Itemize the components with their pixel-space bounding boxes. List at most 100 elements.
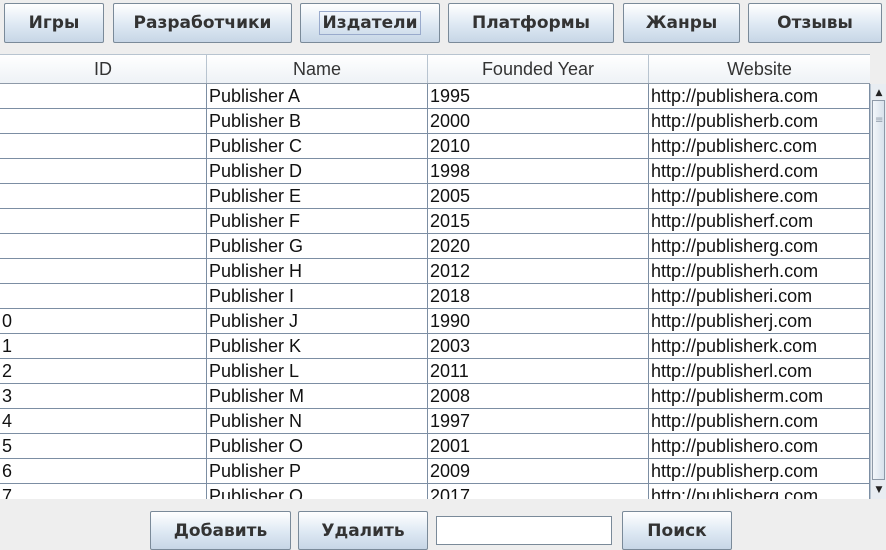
table-row[interactable]: 4 Publisher N 1997 http://publishern.com	[0, 409, 870, 434]
cell-name[interactable]: Publisher N	[207, 409, 428, 434]
cell-website[interactable]: http://publishera.com	[649, 84, 870, 109]
cell-website[interactable]: http://publisherb.com	[649, 109, 870, 134]
cell-website[interactable]: http://publisherf.com	[649, 209, 870, 234]
cell-founded-year[interactable]: 2012	[428, 259, 649, 284]
cell-name[interactable]: Publisher D	[207, 159, 428, 184]
cell-id[interactable]	[0, 209, 207, 234]
cell-website[interactable]: http://publishere.com	[649, 184, 870, 209]
cell-id[interactable]	[0, 159, 207, 184]
table-row[interactable]: Publisher F 2015 http://publisherf.com	[0, 209, 870, 234]
cell-name[interactable]: Publisher G	[207, 234, 428, 259]
table-row[interactable]: 5 Publisher O 2001 http://publishero.com	[0, 434, 870, 459]
cell-founded-year[interactable]: 1997	[428, 409, 649, 434]
cell-founded-year[interactable]: 2015	[428, 209, 649, 234]
cell-founded-year[interactable]: 2003	[428, 334, 649, 359]
cell-id[interactable]: 0	[0, 309, 207, 334]
table-row[interactable]: 3 Publisher M 2008 http://publisherm.com	[0, 384, 870, 409]
cell-name[interactable]: Publisher H	[207, 259, 428, 284]
cell-name[interactable]: Publisher O	[207, 434, 428, 459]
cell-name[interactable]: Publisher A	[207, 84, 428, 109]
genres-button[interactable]: Жанры	[623, 3, 740, 43]
cell-founded-year[interactable]: 2001	[428, 434, 649, 459]
cell-name[interactable]: Publisher M	[207, 384, 428, 409]
cell-website[interactable]: http://publisherl.com	[649, 359, 870, 384]
table-row[interactable]: Publisher C 2010 http://publisherc.com	[0, 134, 870, 159]
games-button[interactable]: Игры	[4, 3, 104, 43]
cell-id[interactable]: 5	[0, 434, 207, 459]
cell-name[interactable]: Publisher E	[207, 184, 428, 209]
table-row[interactable]: 0 Publisher J 1990 http://publisherj.com	[0, 309, 870, 334]
column-header-founded-year[interactable]: Founded Year	[428, 55, 649, 83]
cell-founded-year[interactable]: 2017	[428, 484, 649, 499]
cell-id[interactable]: 1	[0, 334, 207, 359]
cell-id[interactable]	[0, 184, 207, 209]
cell-name[interactable]: Publisher Q	[207, 484, 428, 499]
cell-id[interactable]: 2	[0, 359, 207, 384]
table-row[interactable]: Publisher D 1998 http://publisherd.com	[0, 159, 870, 184]
cell-id[interactable]: 7	[0, 484, 207, 499]
cell-website[interactable]: http://publisherj.com	[649, 309, 870, 334]
table-row[interactable]: Publisher A 1995 http://publishera.com	[0, 84, 870, 109]
reviews-button[interactable]: Отзывы	[748, 3, 882, 43]
cell-name[interactable]: Publisher C	[207, 134, 428, 159]
cell-founded-year[interactable]: 2008	[428, 384, 649, 409]
cell-id[interactable]: 6	[0, 459, 207, 484]
cell-name[interactable]: Publisher I	[207, 284, 428, 309]
cell-website[interactable]: http://publishern.com	[649, 409, 870, 434]
cell-website[interactable]: http://publisheri.com	[649, 284, 870, 309]
cell-website[interactable]: http://publisherg.com	[649, 234, 870, 259]
table-row[interactable]: Publisher H 2012 http://publisherh.com	[0, 259, 870, 284]
cell-website[interactable]: http://publisherp.com	[649, 459, 870, 484]
cell-founded-year[interactable]: 2009	[428, 459, 649, 484]
scrollbar-thumb[interactable]: ≡	[872, 100, 885, 480]
cell-id[interactable]	[0, 234, 207, 259]
publishers-button[interactable]: Издатели	[300, 3, 440, 43]
cell-id[interactable]	[0, 134, 207, 159]
table-row[interactable]: 2 Publisher L 2011 http://publisherl.com	[0, 359, 870, 384]
cell-id[interactable]	[0, 84, 207, 109]
cell-id[interactable]: 3	[0, 384, 207, 409]
cell-website[interactable]: http://publishero.com	[649, 434, 870, 459]
cell-founded-year[interactable]: 1998	[428, 159, 649, 184]
cell-founded-year[interactable]: 2005	[428, 184, 649, 209]
add-button[interactable]: Добавить	[150, 511, 291, 550]
arrow-up-icon[interactable]: ▲	[871, 86, 886, 100]
delete-button[interactable]: Удалить	[298, 511, 428, 550]
table-row[interactable]: 6 Publisher P 2009 http://publisherp.com	[0, 459, 870, 484]
table-row[interactable]: 1 Publisher K 2003 http://publisherk.com	[0, 334, 870, 359]
cell-name[interactable]: Publisher J	[207, 309, 428, 334]
table-row[interactable]: Publisher I 2018 http://publisheri.com	[0, 284, 870, 309]
cell-founded-year[interactable]: 2010	[428, 134, 649, 159]
cell-founded-year[interactable]: 1990	[428, 309, 649, 334]
cell-website[interactable]: http://publisherh.com	[649, 259, 870, 284]
table-row[interactable]: Publisher B 2000 http://publisherb.com	[0, 109, 870, 134]
search-button[interactable]: Поиск	[622, 511, 732, 550]
table-row[interactable]: Publisher G 2020 http://publisherg.com	[0, 234, 870, 259]
cell-founded-year[interactable]: 1995	[428, 84, 649, 109]
cell-website[interactable]: http://publisherk.com	[649, 334, 870, 359]
cell-name[interactable]: Publisher P	[207, 459, 428, 484]
column-header-website[interactable]: Website	[649, 55, 870, 83]
cell-founded-year[interactable]: 2011	[428, 359, 649, 384]
cell-id[interactable]	[0, 109, 207, 134]
cell-name[interactable]: Publisher F	[207, 209, 428, 234]
arrow-down-icon[interactable]: ▼	[871, 483, 886, 497]
cell-name[interactable]: Publisher K	[207, 334, 428, 359]
cell-website[interactable]: http://publisherc.com	[649, 134, 870, 159]
developers-button[interactable]: Разработчики	[113, 3, 292, 43]
cell-id[interactable]	[0, 284, 207, 309]
cell-id[interactable]: 4	[0, 409, 207, 434]
column-header-id[interactable]: ID	[0, 55, 207, 83]
search-input[interactable]	[436, 516, 612, 545]
cell-founded-year[interactable]: 2020	[428, 234, 649, 259]
cell-founded-year[interactable]: 2018	[428, 284, 649, 309]
platforms-button[interactable]: Платформы	[448, 3, 614, 43]
column-header-name[interactable]: Name	[207, 55, 428, 83]
cell-website[interactable]: http://publisherm.com	[649, 384, 870, 409]
vertical-scrollbar[interactable]: ▲ ≡ ▼	[870, 84, 886, 499]
table-row[interactable]: Publisher E 2005 http://publishere.com	[0, 184, 870, 209]
cell-website[interactable]: http://publisherd.com	[649, 159, 870, 184]
publishers-table[interactable]: Publisher A 1995 http://publishera.com Publ…	[0, 84, 870, 499]
cell-name[interactable]: Publisher L	[207, 359, 428, 384]
cell-website[interactable]: http://publisherq.com	[649, 484, 870, 499]
